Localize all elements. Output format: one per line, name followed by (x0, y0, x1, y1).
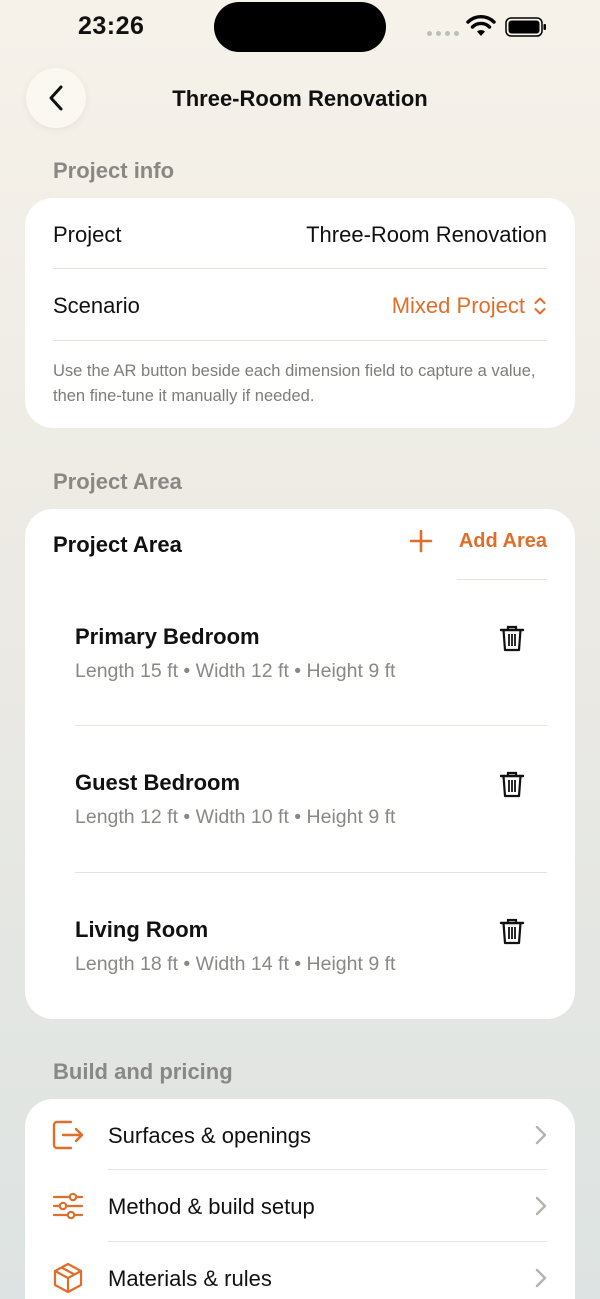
menu-item-surfaces[interactable]: Surfaces & openings (25, 1099, 575, 1169)
menu-item-materials[interactable]: Materials & rules (25, 1243, 575, 1299)
chevron-right-icon (535, 1196, 547, 1216)
room-name[interactable]: Guest Bedroom (75, 770, 240, 796)
menu-item-label: Method & build setup (108, 1194, 315, 1219)
divider (457, 579, 547, 580)
add-area-button[interactable]: Add Area (409, 529, 547, 553)
chevron-right-icon (535, 1268, 547, 1288)
project-area-title: Project Area (53, 532, 182, 557)
divider (108, 1241, 547, 1242)
room-name[interactable]: Living Room (75, 917, 208, 943)
menu-item-method[interactable]: Method & build setup (25, 1171, 575, 1241)
battery-icon (505, 17, 546, 37)
chevron-right-icon (535, 1125, 547, 1145)
sliders-icon (52, 1192, 84, 1220)
status-bar: 23:26 (0, 0, 600, 56)
cube-icon (53, 1262, 83, 1294)
dynamic-island (214, 2, 386, 52)
project-info-card: Project Three-Room Renovation Scenario M… (25, 198, 575, 428)
room-dimensions: Length 18 ft • Width 14 ft • Height 9 ft (75, 953, 396, 975)
scenario-value: Mixed Project (391, 293, 525, 318)
room-name[interactable]: Primary Bedroom (75, 624, 260, 650)
divider (53, 340, 547, 341)
project-label: Project (53, 222, 122, 247)
add-area-label: Add Area (458, 529, 547, 552)
build-pricing-card: Surfaces & openings Method & build setup… (25, 1099, 575, 1299)
section-header-project-info: Project info (53, 158, 175, 183)
trash-icon[interactable] (499, 770, 525, 798)
menu-item-label: Surfaces & openings (108, 1123, 312, 1148)
room-dimensions: Length 12 ft • Width 10 ft • Height 9 ft (75, 806, 396, 828)
page-title: Three-Room Renovation (172, 86, 428, 111)
trash-icon[interactable] (499, 624, 525, 652)
divider (75, 725, 547, 726)
ar-hint-text: Use the AR button beside each dimension … (53, 362, 536, 405)
section-header-build-pricing: Build and pricing (53, 1059, 233, 1084)
wifi-icon (466, 15, 496, 36)
signal-dots-icon (427, 31, 459, 36)
menu-item-label: Materials & rules (108, 1266, 272, 1291)
status-time: 23:26 (78, 12, 145, 40)
divider (108, 1169, 547, 1170)
trash-icon[interactable] (499, 917, 525, 945)
door-exit-icon (52, 1120, 84, 1150)
scenario-picker[interactable]: Mixed Project (392, 293, 547, 319)
scenario-label: Scenario (53, 293, 140, 318)
room-dimensions: Length 15 ft • Width 12 ft • Height 9 ft (75, 660, 396, 682)
section-header-project-area: Project Area (53, 469, 182, 494)
project-value[interactable]: Three-Room Renovation (306, 222, 547, 248)
divider (75, 872, 547, 873)
chevron-up-down-icon (534, 297, 546, 315)
plus-icon (409, 529, 433, 553)
project-area-card: Project Area Add Area Primary Bedroom Le… (25, 509, 575, 1019)
divider (53, 268, 547, 269)
